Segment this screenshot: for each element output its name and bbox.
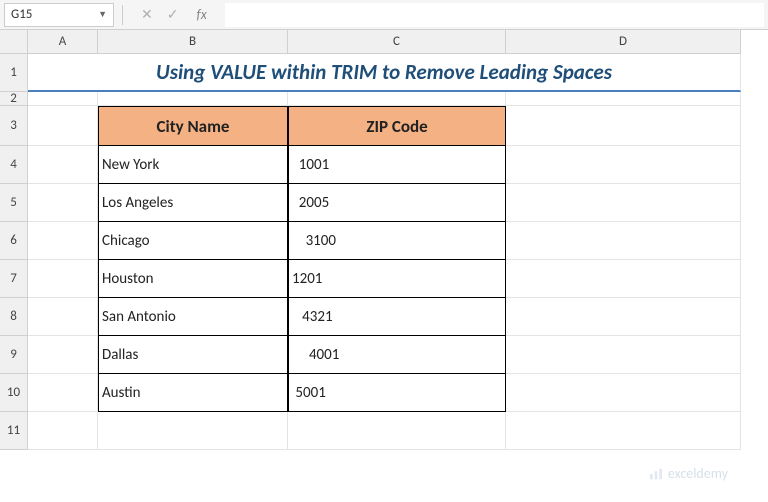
spreadsheet-grid: 1234567891011 ABCD Using VALUE within TR… xyxy=(0,30,768,502)
cell[interactable] xyxy=(288,412,506,450)
cell[interactable] xyxy=(98,412,288,450)
divider xyxy=(122,5,123,25)
cell[interactable] xyxy=(28,298,98,336)
cell[interactable] xyxy=(506,374,741,412)
table-cell-city[interactable]: San Antonio xyxy=(98,298,288,336)
cell[interactable] xyxy=(506,336,741,374)
row-header-9[interactable]: 9 xyxy=(0,336,28,374)
cell[interactable] xyxy=(28,146,98,184)
cell[interactable] xyxy=(28,106,98,146)
row-header-3[interactable]: 3 xyxy=(0,106,28,146)
table-cell-zip[interactable]: 1001 xyxy=(288,146,506,184)
table-cell-zip[interactable]: 4001 xyxy=(288,336,506,374)
table-cell-zip[interactable]: 1201 xyxy=(288,260,506,298)
column-header-B[interactable]: B xyxy=(98,30,288,54)
cell[interactable] xyxy=(506,92,741,106)
enter-icon[interactable]: ✓ xyxy=(167,6,179,23)
cell[interactable] xyxy=(506,298,741,336)
table-cell-zip[interactable]: 4321 xyxy=(288,298,506,336)
cell[interactable] xyxy=(28,260,98,298)
row-header-2[interactable]: 2 xyxy=(0,92,28,106)
formula-bar-icons: ✕ ✓ fx xyxy=(131,6,217,23)
table-cell-city[interactable]: Chicago xyxy=(98,222,288,260)
table-cell-city[interactable]: Los Angeles xyxy=(98,184,288,222)
watermark: exceldemy xyxy=(648,465,728,482)
row-header-7[interactable]: 7 xyxy=(0,260,28,298)
row-header-5[interactable]: 5 xyxy=(0,184,28,222)
cell[interactable] xyxy=(506,184,741,222)
name-box[interactable]: G15 ▼ xyxy=(4,3,114,27)
cell[interactable] xyxy=(506,412,741,450)
formula-input[interactable] xyxy=(225,3,764,27)
row-headers: 1234567891011 xyxy=(0,54,28,450)
column-header-D[interactable]: D xyxy=(506,30,741,54)
select-all-corner[interactable] xyxy=(0,30,28,54)
cell[interactable] xyxy=(28,222,98,260)
cell[interactable] xyxy=(28,92,98,106)
row-header-8[interactable]: 8 xyxy=(0,298,28,336)
table-cell-zip[interactable]: 5001 xyxy=(288,374,506,412)
column-headers: ABCD xyxy=(28,30,768,54)
formula-bar: G15 ▼ ✕ ✓ fx xyxy=(0,0,768,30)
table-cell-zip[interactable]: 2005 xyxy=(288,184,506,222)
row-header-1[interactable]: 1 xyxy=(0,54,28,92)
table-cell-city[interactable]: Dallas xyxy=(98,336,288,374)
row-header-6[interactable]: 6 xyxy=(0,222,28,260)
cell[interactable] xyxy=(288,92,506,106)
cell[interactable] xyxy=(28,184,98,222)
column-header-C[interactable]: C xyxy=(288,30,506,54)
name-box-value: G15 xyxy=(11,7,32,22)
chart-icon xyxy=(648,466,664,482)
page-title[interactable]: Using VALUE within TRIM to Remove Leadin… xyxy=(28,54,741,92)
table-cell-city[interactable]: New York xyxy=(98,146,288,184)
chevron-down-icon[interactable]: ▼ xyxy=(98,9,107,20)
column-header-A[interactable]: A xyxy=(28,30,98,54)
cell[interactable] xyxy=(506,260,741,298)
fx-icon[interactable]: fx xyxy=(196,6,206,23)
row-header-4[interactable]: 4 xyxy=(0,146,28,184)
row-header-11[interactable]: 11 xyxy=(0,412,28,450)
table-cell-zip[interactable]: 3100 xyxy=(288,222,506,260)
cell[interactable] xyxy=(98,92,288,106)
cell[interactable] xyxy=(506,106,741,146)
cancel-icon[interactable]: ✕ xyxy=(141,6,153,23)
cell[interactable] xyxy=(28,336,98,374)
cell[interactable] xyxy=(28,412,98,450)
table-cell-city[interactable]: Austin xyxy=(98,374,288,412)
cells-area[interactable]: Using VALUE within TRIM to Remove Leadin… xyxy=(28,54,768,502)
row-header-10[interactable]: 10 xyxy=(0,374,28,412)
cell[interactable] xyxy=(506,146,741,184)
table-cell-city[interactable]: Houston xyxy=(98,260,288,298)
watermark-text: exceldemy xyxy=(668,465,728,482)
table-header-zip[interactable]: ZIP Code xyxy=(288,106,506,146)
table-header-city[interactable]: City Name xyxy=(98,106,288,146)
cell[interactable] xyxy=(28,374,98,412)
cell[interactable] xyxy=(506,222,741,260)
